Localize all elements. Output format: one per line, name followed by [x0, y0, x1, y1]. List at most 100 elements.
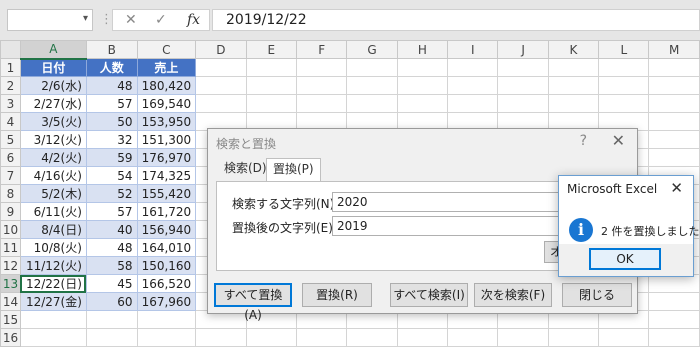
table-cell[interactable]: 153,950 — [136, 112, 197, 131]
insert-function-icon[interactable]: fx — [187, 12, 200, 28]
empty-cell[interactable] — [136, 328, 197, 347]
row-header[interactable]: 7 — [0, 166, 21, 185]
empty-cell[interactable] — [195, 58, 247, 77]
row-header[interactable]: 11 — [0, 238, 21, 257]
table-header-cell[interactable]: 売上 — [136, 58, 197, 77]
table-cell[interactable]: 57 — [85, 202, 138, 221]
empty-cell[interactable] — [396, 76, 449, 95]
table-cell[interactable]: 167,960 — [136, 292, 197, 311]
empty-cell[interactable] — [648, 112, 700, 131]
empty-cell[interactable] — [497, 58, 549, 77]
empty-cell[interactable] — [447, 58, 499, 77]
column-header-g[interactable]: G — [346, 40, 398, 59]
table-cell[interactable]: 48 — [85, 238, 138, 257]
column-header-d[interactable]: D — [195, 40, 247, 59]
table-cell[interactable]: 52 — [85, 184, 138, 203]
empty-cell[interactable] — [497, 76, 549, 95]
row-header[interactable]: 13 — [0, 274, 21, 293]
column-header-i[interactable]: I — [447, 40, 499, 59]
column-header-j[interactable]: J — [497, 40, 549, 59]
column-header-h[interactable]: H — [396, 40, 449, 59]
table-cell[interactable]: 57 — [85, 94, 138, 113]
empty-cell[interactable] — [648, 328, 700, 347]
row-header[interactable]: 14 — [0, 292, 21, 311]
tab-find[interactable]: 検索(D) — [218, 158, 273, 180]
table-cell[interactable]: 50 — [85, 112, 138, 131]
tab-replace[interactable]: 置換(P) — [266, 158, 321, 182]
replace-with-input[interactable]: 2019 — [332, 216, 582, 236]
column-header-c[interactable]: C — [136, 40, 197, 59]
row-header[interactable]: 15 — [0, 310, 21, 329]
empty-cell[interactable] — [245, 94, 297, 113]
empty-cell[interactable] — [346, 58, 398, 77]
close-icon[interactable]: ✕ — [670, 179, 683, 197]
table-cell[interactable]: 10/8(火) — [19, 238, 87, 257]
empty-cell[interactable] — [295, 58, 348, 77]
empty-cell[interactable] — [396, 94, 449, 113]
row-header[interactable]: 3 — [0, 94, 21, 113]
table-cell[interactable]: 5/2(木) — [19, 184, 87, 203]
table-header-cell[interactable]: 日付 — [19, 58, 87, 77]
empty-cell[interactable] — [547, 94, 600, 113]
empty-cell[interactable] — [346, 328, 398, 347]
table-cell[interactable]: 174,325 — [136, 166, 197, 185]
empty-cell[interactable] — [19, 328, 87, 347]
column-header-f[interactable]: F — [295, 40, 348, 59]
table-header-cell[interactable]: 人数 — [85, 58, 138, 77]
table-cell[interactable]: 180,420 — [136, 76, 197, 95]
empty-cell[interactable] — [245, 328, 297, 347]
table-cell[interactable]: 166,520 — [136, 274, 197, 293]
empty-cell[interactable] — [195, 76, 247, 95]
empty-cell[interactable] — [245, 58, 297, 77]
empty-cell[interactable] — [19, 310, 87, 329]
table-cell[interactable]: 169,540 — [136, 94, 197, 113]
cancel-icon[interactable]: ✕ — [125, 12, 137, 28]
table-cell[interactable]: 156,940 — [136, 220, 197, 239]
enter-icon[interactable]: ✓ — [155, 12, 167, 28]
empty-cell[interactable] — [295, 328, 348, 347]
table-cell[interactable]: 155,420 — [136, 184, 197, 203]
table-cell[interactable]: 150,160 — [136, 256, 197, 275]
table-cell[interactable]: 3/5(火) — [19, 112, 87, 131]
row-header[interactable]: 4 — [0, 112, 21, 131]
row-header[interactable]: 1 — [0, 58, 21, 77]
empty-cell[interactable] — [598, 58, 650, 77]
empty-cell[interactable] — [648, 274, 700, 293]
column-header-k[interactable]: K — [547, 40, 600, 59]
find-all-button[interactable]: すべて検索(I) — [390, 283, 468, 307]
row-header[interactable]: 12 — [0, 256, 21, 275]
empty-cell[interactable] — [346, 94, 398, 113]
row-header[interactable]: 6 — [0, 148, 21, 167]
ok-button[interactable]: OK — [589, 248, 661, 270]
row-header[interactable]: 2 — [0, 76, 21, 95]
table-cell[interactable]: 40 — [85, 220, 138, 239]
empty-cell[interactable] — [396, 58, 449, 77]
table-cell[interactable]: 32 — [85, 130, 138, 149]
formula-input[interactable]: 2019/12/22 — [212, 9, 700, 31]
empty-cell[interactable] — [295, 94, 348, 113]
empty-cell[interactable] — [648, 292, 700, 311]
table-cell[interactable]: 48 — [85, 76, 138, 95]
close-button[interactable]: 閉じる — [562, 283, 632, 307]
table-cell[interactable]: 2/6(水) — [19, 76, 87, 95]
select-all-corner[interactable] — [0, 40, 21, 59]
empty-cell[interactable] — [85, 310, 138, 329]
column-header-l[interactable]: L — [598, 40, 650, 59]
empty-cell[interactable] — [195, 328, 247, 347]
table-cell[interactable]: 164,010 — [136, 238, 197, 257]
empty-cell[interactable] — [447, 94, 499, 113]
row-header[interactable]: 9 — [0, 202, 21, 221]
empty-cell[interactable] — [598, 76, 650, 95]
empty-cell[interactable] — [547, 58, 600, 77]
empty-cell[interactable] — [547, 328, 600, 347]
empty-cell[interactable] — [396, 328, 449, 347]
chevron-down-icon[interactable]: ▾ — [83, 13, 88, 24]
table-cell[interactable]: 60 — [85, 292, 138, 311]
empty-cell[interactable] — [245, 76, 297, 95]
row-header[interactable]: 10 — [0, 220, 21, 239]
empty-cell[interactable] — [85, 328, 138, 347]
table-cell[interactable]: 11/12(火) — [19, 256, 87, 275]
column-header-b[interactable]: B — [85, 40, 138, 59]
column-header-m[interactable]: M — [648, 40, 700, 59]
table-cell[interactable]: 4/16(火) — [19, 166, 87, 185]
